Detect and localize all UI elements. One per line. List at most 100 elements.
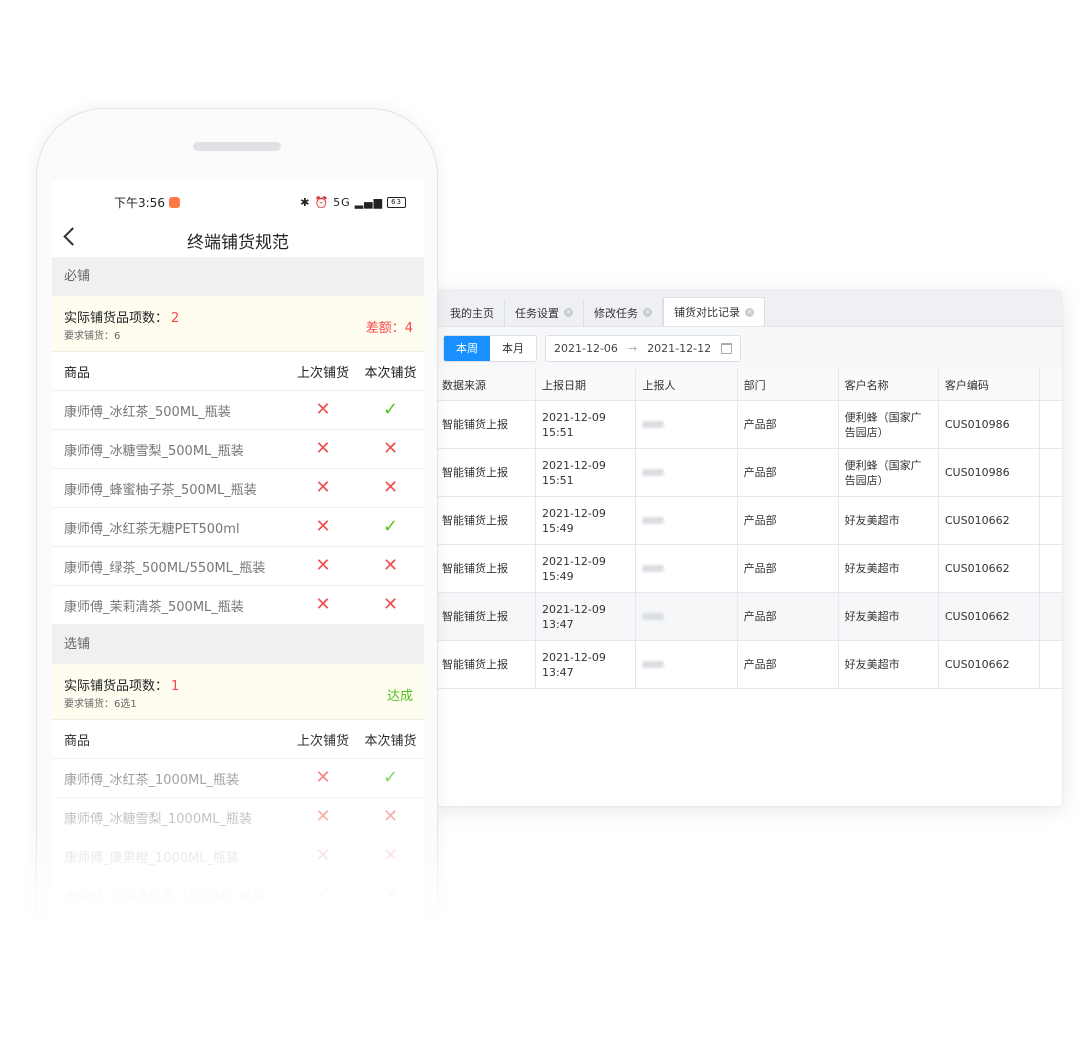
table-row[interactable]: 智能铺货上报 2021-12-09 15:49 产品部 好友美超市 CUS0106… <box>436 544 1062 593</box>
this-status: ✕ <box>357 808 424 826</box>
cell-code: CUS010986 <box>938 448 1041 497</box>
cell-extra <box>1039 448 1062 497</box>
product-name: 康师傅_绿茶_500ML/550ML_瓶装 <box>64 560 266 576</box>
cell-customer: 好友美超市 <box>838 640 939 689</box>
cell-extra <box>1039 496 1062 545</box>
product-name: 康师傅_冰糖雪梨_1000ML_瓶装 <box>64 811 253 827</box>
table-row[interactable]: 智能铺货上报 2021-12-09 15:51 产品部 便利蜂（国家广告园店） C… <box>436 448 1062 497</box>
this-status: ✓ <box>357 401 424 419</box>
list-item: 康师傅_冰糖雪梨_500ML_瓶装 ✕ ✕ <box>52 430 424 469</box>
close-icon[interactable]: × <box>643 308 652 317</box>
cell-date: 2021-12-09 15:49 <box>535 496 637 545</box>
summary-count: 1 <box>171 679 180 694</box>
cross-icon: ✕ <box>315 516 331 537</box>
time-text: 15:49 <box>541 569 574 583</box>
tab-edit-task[interactable]: 修改任务 × <box>584 299 663 326</box>
column-header[interactable]: 上报人 <box>635 369 738 401</box>
column-header[interactable]: 数据来源 <box>436 369 536 401</box>
list-item: 康师傅_绿茶_500ML/550ML_瓶装 ✕ ✕ <box>52 547 424 586</box>
table-row[interactable]: 智能铺货上报 2021-12-09 15:51 产品部 便利蜂（国家广告园店） C… <box>436 400 1062 449</box>
summary-result: 达成 <box>386 689 413 704</box>
tab-label: 铺货对比记录 <box>674 306 740 319</box>
last-status: ✕ <box>289 401 357 419</box>
product-name: 康师傅_青梅绿茶_1000ML_瓶装 <box>64 928 253 942</box>
this-status: ✕ <box>357 479 424 497</box>
close-icon[interactable]: × <box>745 307 754 317</box>
cell-source: 智能铺货上报 <box>436 496 536 545</box>
cell-reporter <box>635 448 738 497</box>
time-text: 15:51 <box>541 425 574 439</box>
table-row[interactable]: 智能铺货上报 2021-12-09 15:49 产品部 好友美超市 CUS0106… <box>436 496 1062 545</box>
phone-speaker <box>193 142 281 151</box>
redacted-name <box>642 517 665 524</box>
table-row[interactable]: 智能铺货上报 2021-12-09 13:47 产品部 好友美超市 CUS0106… <box>436 640 1062 689</box>
page-title: 终端铺货规范 <box>187 233 289 253</box>
cross-icon: ✕ <box>315 438 331 459</box>
tab-home[interactable]: 我的主页 <box>440 299 505 326</box>
nav-bar: 终端铺货规范 <box>52 223 424 257</box>
this-status: ✓ <box>357 518 424 536</box>
cell-code: CUS010662 <box>938 496 1041 545</box>
tab-distribution-comparison[interactable]: 铺货对比记录 × <box>663 297 765 326</box>
cell-dept: 产品部 <box>737 496 839 545</box>
column-header[interactable]: 客户编码 <box>938 369 1041 401</box>
column-header[interactable]: 部门 <box>737 369 839 401</box>
cell-code: CUS010986 <box>938 400 1041 449</box>
cross-icon: ✕ <box>315 555 331 576</box>
date-range-picker[interactable]: 2021-12-06 → 2021-12-12 <box>545 334 742 362</box>
tab-task-settings[interactable]: 任务设置 × <box>505 299 584 326</box>
cell-code: CUS010662 <box>938 592 1041 641</box>
phone-frame: 下午3:56 ✱ ⏰ 5G ▂▄▆ 63 终端铺货规范 必铺 实际铺货品项数： 2… <box>36 108 438 1010</box>
list-item: 康师傅_冰红茶_500ML_瓶装 ✕ ✓ <box>52 391 424 430</box>
redacted-name <box>642 613 665 620</box>
cross-icon: ✕ <box>315 923 331 942</box>
cross-icon: ✕ <box>382 555 399 576</box>
battery-level: 63 <box>391 197 402 206</box>
period-toggle: 本周 本月 <box>443 334 537 362</box>
time-text: 15:51 <box>541 473 574 487</box>
this-month-button[interactable]: 本月 <box>490 336 536 361</box>
cell-extra <box>1039 640 1062 689</box>
cross-icon: ✕ <box>315 806 331 827</box>
list-item: 康师傅_冰糖雪梨_1000ML_瓶装 ✕ ✕ <box>52 798 424 837</box>
cell-reporter <box>635 544 738 593</box>
tab-label: 我的主页 <box>450 306 494 320</box>
this-status: ✕ <box>357 557 424 575</box>
product-name: 康师傅_蜂蜜柚子茶_500ML_瓶装 <box>64 482 257 498</box>
filter-bar: 本周 本月 2021-12-06 → 2021-12-12 <box>436 327 1062 370</box>
cross-icon: ✕ <box>315 767 331 788</box>
required-summary: 实际铺货品项数： 2 要求铺货：6 差额：4 <box>52 296 424 352</box>
cell-customer: 好友美超市 <box>838 544 939 593</box>
summary-requirement: 要求铺货：6 <box>64 331 121 342</box>
cross-icon: ✕ <box>382 923 399 942</box>
status-time: 下午3:56 <box>114 195 165 210</box>
check-icon: ✓ <box>382 767 399 788</box>
summary-label: 实际铺货品项数： <box>64 679 169 694</box>
this-status: ✓ <box>357 769 424 787</box>
redacted-name <box>642 469 665 476</box>
cell-dept: 产品部 <box>737 544 839 593</box>
summary-count: 2 <box>171 311 180 326</box>
close-icon[interactable]: × <box>564 308 573 317</box>
cross-icon: ✕ <box>315 845 331 866</box>
summary-label-group: 实际铺货品项数： 1 <box>64 675 179 694</box>
phone-screen: 下午3:56 ✱ ⏰ 5G ▂▄▆ 63 终端铺货规范 必铺 实际铺货品项数： 2… <box>52 181 424 941</box>
column-header-extra <box>1039 369 1062 401</box>
cell-source: 智能铺货上报 <box>436 544 536 593</box>
column-header[interactable]: 客户名称 <box>838 369 939 401</box>
last-status: ✕ <box>289 479 357 497</box>
col-this: 本次铺货 <box>364 365 417 381</box>
column-header[interactable]: 上报日期 <box>535 369 637 401</box>
last-status: ✕ <box>289 769 357 787</box>
cell-date: 2021-12-09 15:49 <box>535 544 637 593</box>
time-text: 13:47 <box>541 617 574 631</box>
product-name: 康师傅_冰红茶_500ML_瓶装 <box>64 404 231 420</box>
table-row[interactable]: 智能铺货上报 2021-12-09 13:47 产品部 好友美超市 CUS0106… <box>436 592 1062 641</box>
cell-date: 2021-12-09 15:51 <box>535 448 637 497</box>
date-text: 2021-12-09 <box>541 506 606 520</box>
product-name: 康师傅_冰红茶无糖PET500ml <box>64 521 240 537</box>
list-header: 商品 上次铺货 本次铺货 <box>52 352 424 391</box>
list-item: 康师傅_康果橙_1000ML_瓶装 ✕ ✕ <box>52 837 424 876</box>
last-status: ✕ <box>289 518 357 536</box>
this-week-button[interactable]: 本周 <box>444 335 490 361</box>
